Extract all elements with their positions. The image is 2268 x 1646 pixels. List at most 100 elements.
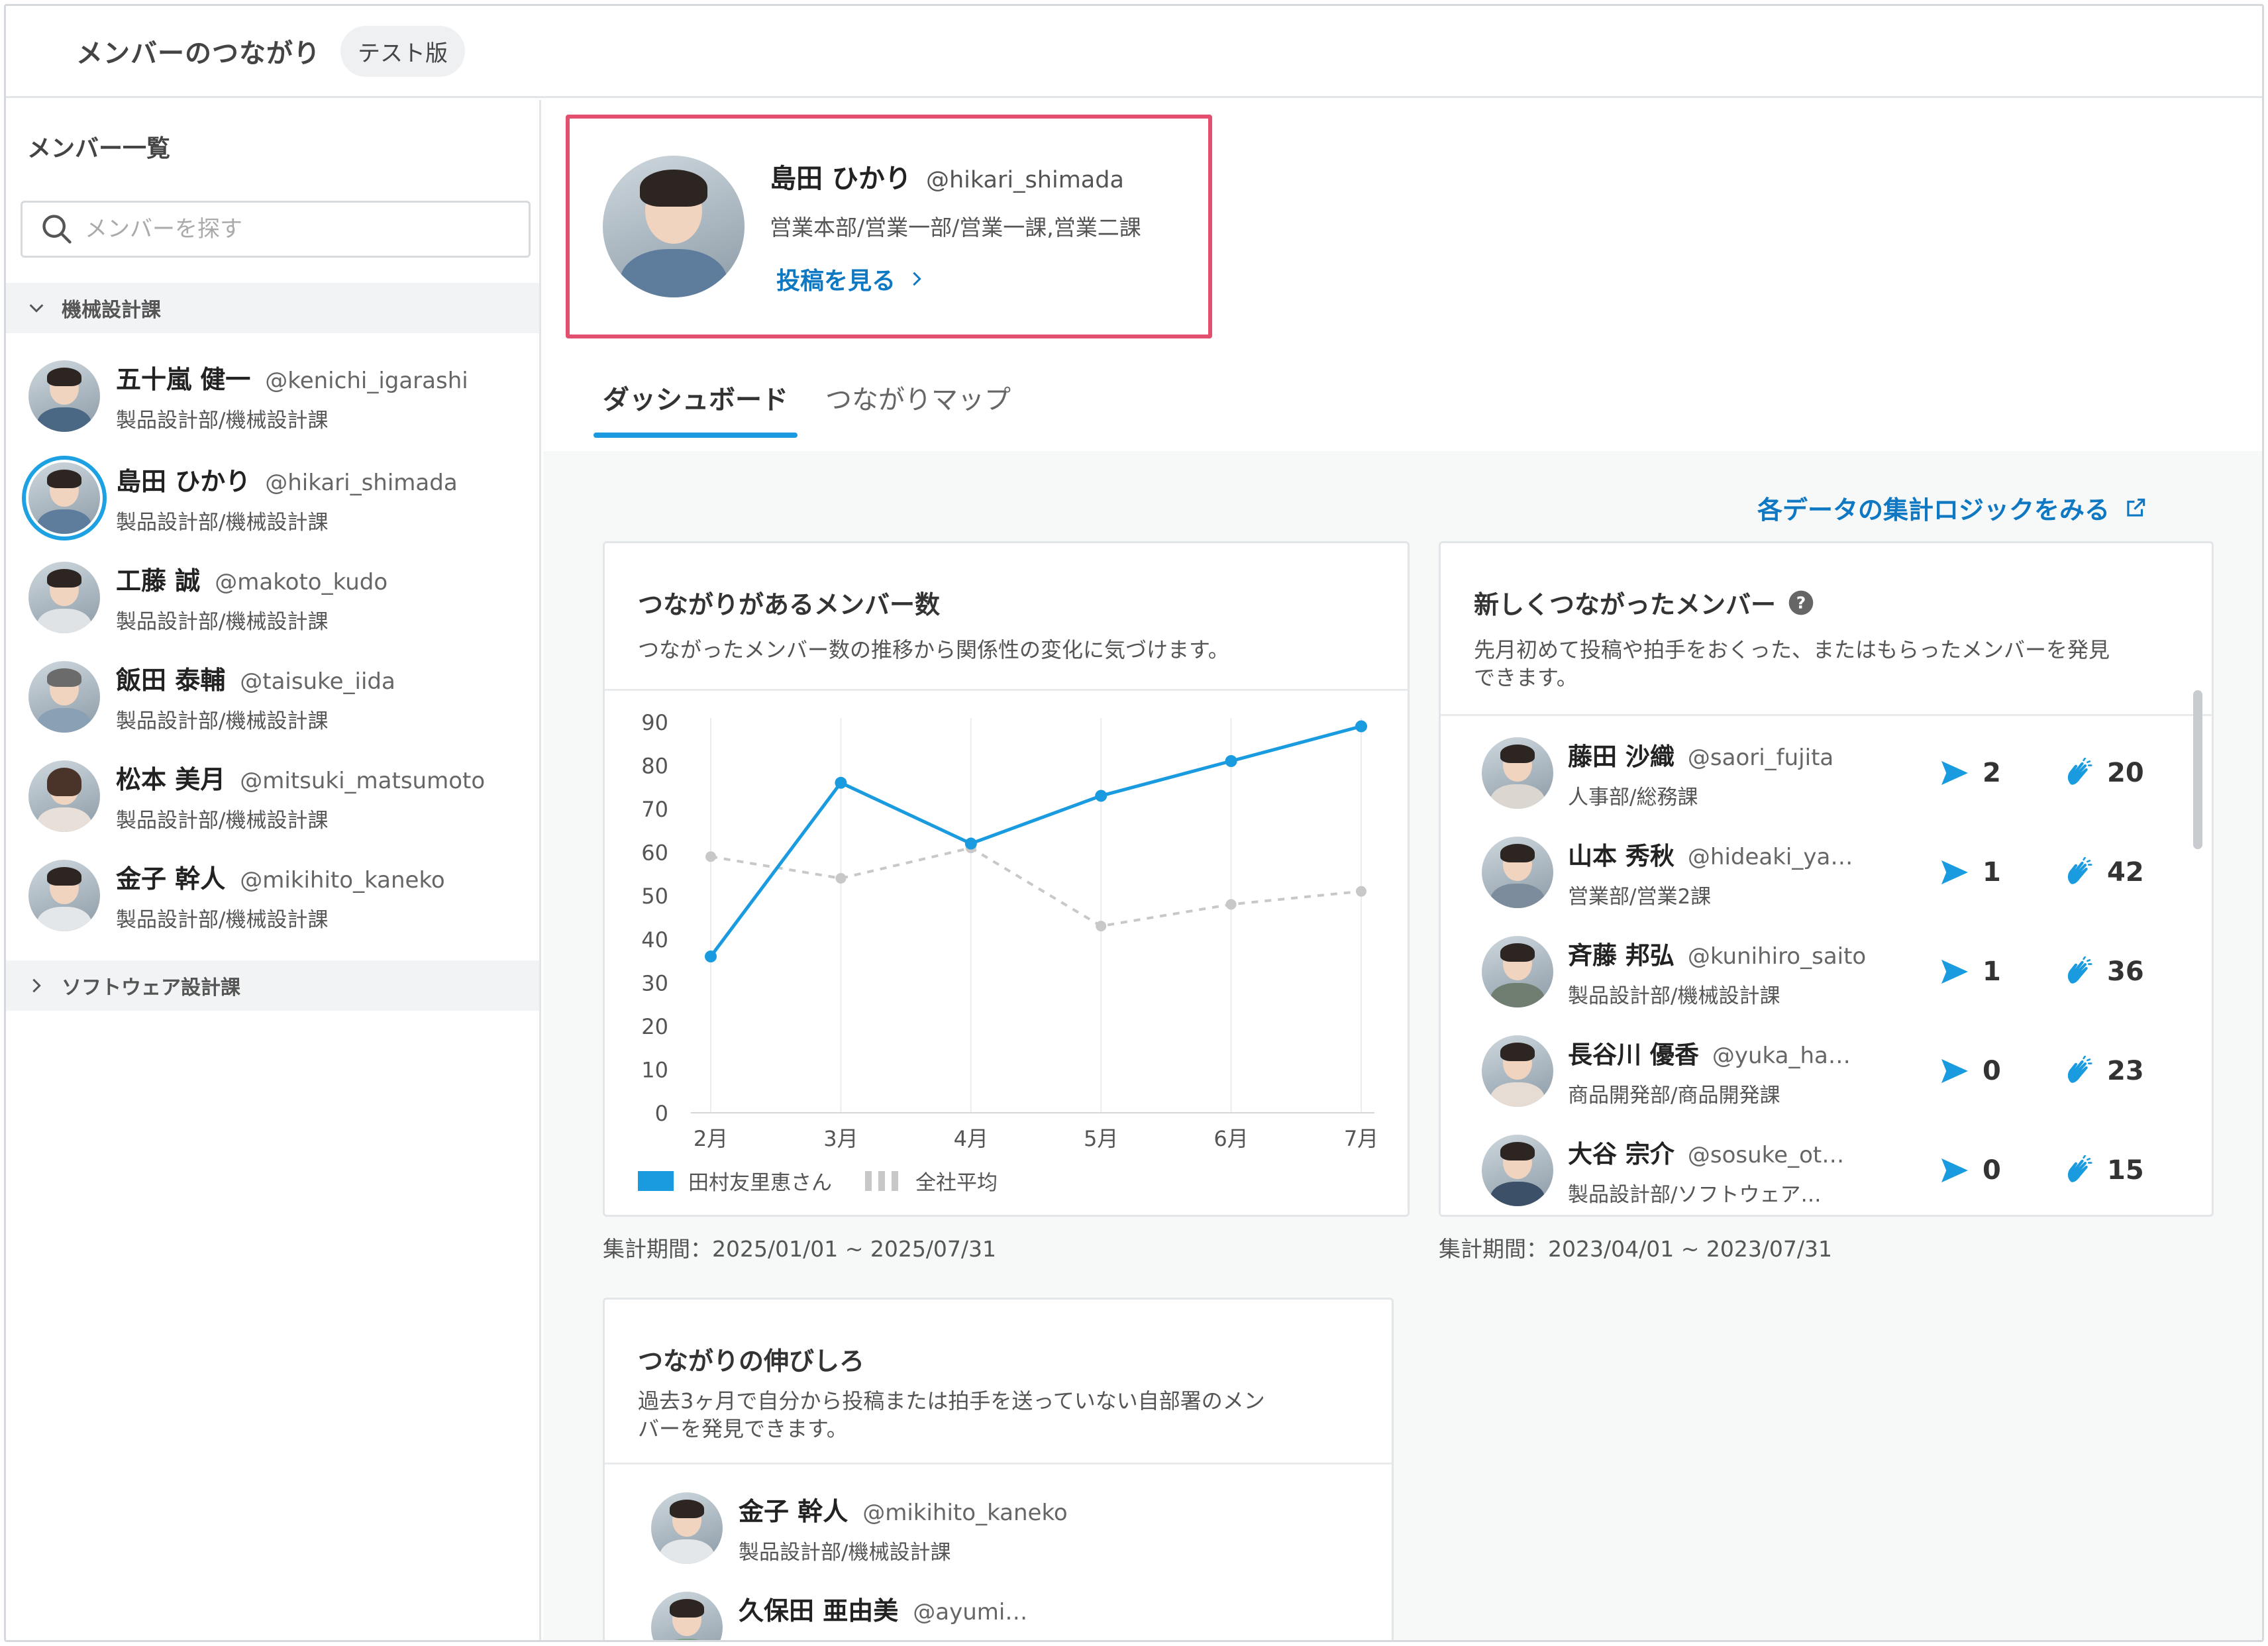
sidebar-member-item-selected[interactable]: 島田 ひかり @hikari_shimada 製品設計部/機械設計課 xyxy=(6,448,539,548)
app-window: メンバーのつながり テスト版 メンバー一覧 機械設計課 五十嵐 健一 @kenic… xyxy=(4,4,2264,1642)
help-icon[interactable]: ? xyxy=(1788,590,1814,616)
avatar xyxy=(1482,1135,1553,1206)
profile-area: 島田 ひかり @hikari_shimada 営業本部/営業一部/営業一課,営業二… xyxy=(543,100,2262,451)
data-point-average xyxy=(1225,899,1237,910)
sidebar-member-item[interactable]: 工藤 誠 @makoto_kudo 製品設計部/機械設計課 xyxy=(6,548,539,647)
svg-text:?: ? xyxy=(1796,593,1806,612)
y-tick-label: 80 xyxy=(641,754,668,779)
member-name: 大谷 宗介 xyxy=(1568,1139,1675,1168)
posts-sent-count: 2 xyxy=(1983,758,2001,788)
member-handle: @ayumi… xyxy=(913,1599,1028,1625)
desc-line: 過去3ヶ月で自分から投稿または拍手を送っていない自部署のメン xyxy=(638,1388,1265,1414)
clap-hand-icon xyxy=(2067,1155,2092,1182)
avatar xyxy=(1482,936,1553,1007)
data-point-user xyxy=(1095,790,1108,802)
posts-sent-stat: 2 xyxy=(1940,758,2001,788)
group-label: 機械設計課 xyxy=(62,299,161,322)
view-posts-link[interactable]: 投稿を見る xyxy=(776,262,1141,296)
member-name: 島田 ひかり xyxy=(116,467,251,496)
clap-hand-icon xyxy=(2067,857,2092,884)
new-members-card: 新しくつながったメンバー ? 先月初めて投稿や拍手をおくった、またはもらったメン… xyxy=(1439,541,2214,1217)
sidebar-member-item[interactable]: 飯田 泰輔 @taisuke_iida 製品設計部/機械設計課 xyxy=(6,647,539,746)
send-icon xyxy=(1941,1158,1968,1183)
member-handle: @mikihito_kaneko xyxy=(862,1500,1068,1526)
member-name: 工藤 誠 xyxy=(116,566,201,595)
top-bar: メンバーのつながり テスト版 xyxy=(6,6,2262,98)
tab-connection-map[interactable]: つながりマップ xyxy=(825,378,1011,435)
member-name: 金子 幹人 xyxy=(739,1497,849,1526)
y-tick-label: 50 xyxy=(641,884,668,909)
aggregation-logic-label: 各データの集計ロジックをみる xyxy=(1757,495,2110,525)
connections-count-card: つながりがあるメンバー数 つながったメンバー数の推移から関係性の変化に気づけます… xyxy=(603,541,1410,1217)
external-link-icon xyxy=(2127,498,2145,517)
chart-legend: 田村友里恵さん 全社平均 xyxy=(638,1166,998,1196)
growth-member-item[interactable]: 久保田 亜由美 @ayumi… 製品設計部/ソフトウェア… xyxy=(605,1578,1333,1640)
member-dept: 製品設計部/機械設計課 xyxy=(116,709,329,733)
new-members-period: 集計期間：2023/04/01 ~ 2023/07/31 xyxy=(1439,1236,1833,1262)
member-dept: 製品設計部/機械設計課 xyxy=(116,511,329,535)
avatar xyxy=(22,456,107,540)
card-description: 過去3ヶ月で自分から投稿または拍手を送っていない自部署のメン バーを発見できます… xyxy=(638,1387,1265,1443)
app-title: メンバーのつながり xyxy=(76,38,321,69)
new-member-item[interactable]: 大谷 宗介 @sosuke_ot… 製品設計部/ソフトウェア… 0 15 xyxy=(1441,1121,2209,1215)
member-search[interactable] xyxy=(21,201,531,258)
member-dept: 商品開発部/商品開発課 xyxy=(1568,1083,1780,1107)
series-line-user xyxy=(709,725,1362,958)
y-tick-label: 30 xyxy=(641,970,668,996)
member-dept: 製品設計部/機械設計課 xyxy=(116,409,329,433)
y-tick-label: 70 xyxy=(641,797,668,822)
group-mechanical-design[interactable]: 機械設計課 xyxy=(6,283,539,333)
member-dept: 人事部/総務課 xyxy=(1568,785,1698,809)
legend-label-average: 全社平均 xyxy=(915,1171,998,1195)
group-software-design[interactable]: ソフトウェア設計課 xyxy=(6,960,539,1011)
avatar xyxy=(651,1492,723,1564)
member-dept: 製品設計部/機械設計課 xyxy=(739,1541,951,1565)
new-member-item[interactable]: 藤田 沙織 @saori_fujita 人事部/総務課 2 20 xyxy=(1441,723,2209,823)
member-dept: 製品設計部/ソフトウェア… xyxy=(739,1635,1027,1640)
x-tick-label: 4月 xyxy=(954,1126,988,1151)
member-dept: 製品設計部/機械設計課 xyxy=(116,908,329,932)
profile-dept: 営業本部/営業一部/営業一課,営業二課 xyxy=(770,215,1141,240)
data-point-average xyxy=(835,873,847,884)
clap-hand-icon xyxy=(2067,1056,2092,1083)
avatar xyxy=(1482,737,1553,809)
member-handle: @yuka_ha… xyxy=(1712,1042,1851,1069)
sidebar-member-item[interactable]: 金子 幹人 @mikihito_kaneko 製品設計部/機械設計課 xyxy=(6,846,539,945)
card-title: つながりの伸びしろ xyxy=(638,1347,865,1376)
member-name: 斉藤 邦弘 xyxy=(1568,941,1675,970)
view-posts-label: 投稿を見る xyxy=(776,268,896,295)
tab-dashboard[interactable]: ダッシュボード xyxy=(593,378,798,438)
claps-stat: 23 xyxy=(2063,1056,2144,1086)
member-name: 山本 秀秋 xyxy=(1568,841,1675,870)
member-name: 金子 幹人 xyxy=(116,864,226,894)
member-handle: @saori_fujita xyxy=(1687,744,1834,771)
data-point-average xyxy=(1096,921,1107,932)
x-tick-label: 2月 xyxy=(694,1126,728,1151)
aggregation-logic-link[interactable]: 各データの集計ロジックをみる xyxy=(1757,489,2148,526)
member-name: 藤田 沙織 xyxy=(1568,742,1675,771)
new-member-item[interactable]: 長谷川 優香 @yuka_ha… 商品開発部/商品開発課 0 23 xyxy=(1441,1021,2209,1121)
data-point-user xyxy=(835,776,847,789)
y-tick-label: 90 xyxy=(641,710,668,735)
new-member-item[interactable]: 斉藤 邦弘 @kunihiro_saito 製品設計部/機械設計課 1 36 xyxy=(1441,922,2209,1021)
y-tick-label: 10 xyxy=(641,1057,668,1082)
claps-count: 36 xyxy=(2107,956,2144,987)
clap-hand-icon xyxy=(2067,758,2092,785)
connections-line-chart: 0 10 20 30 40 50 60 70 80 90 2月 3月 4月 5月 6月 7月 xyxy=(641,710,1378,1151)
avatar xyxy=(28,562,100,633)
posts-sent-count: 1 xyxy=(1983,857,2001,888)
member-search-input[interactable] xyxy=(85,216,509,242)
avatar xyxy=(28,760,100,832)
claps-stat: 42 xyxy=(2063,857,2144,888)
data-point-user xyxy=(1355,720,1367,733)
sidebar-member-item[interactable]: 松本 美月 @mitsuki_matsumoto 製品設計部/機械設計課 xyxy=(6,746,539,846)
member-name: 長谷川 優香 xyxy=(1568,1040,1699,1069)
sidebar-member-item[interactable]: 五十嵐 健一 @kenichi_igarashi 製品設計部/機械設計課 xyxy=(6,346,539,446)
search-icon xyxy=(42,215,72,244)
x-tick-label: 3月 xyxy=(823,1126,858,1151)
claps-count: 23 xyxy=(2107,1056,2144,1086)
claps-count: 15 xyxy=(2107,1155,2144,1186)
chevron-right-icon xyxy=(32,978,41,993)
growth-member-item[interactable]: 金子 幹人 @mikihito_kaneko 製品設計部/機械設計課 xyxy=(605,1478,1333,1578)
new-member-item[interactable]: 山本 秀秋 @hideaki_ya… 営業部/営業2課 1 42 xyxy=(1441,823,2209,922)
